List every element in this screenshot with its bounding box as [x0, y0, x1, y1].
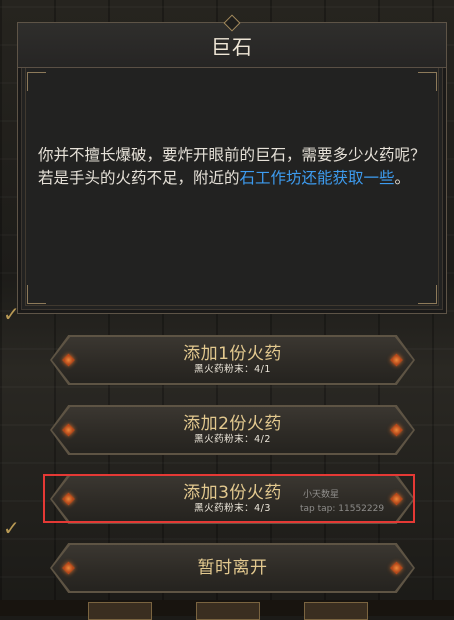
dialog-description: 你并不擅长爆破，要炸开眼前的巨石，需要多少火药呢？ 若是手头的火药不足，附近的石… [38, 144, 426, 190]
frame-corner [27, 72, 46, 91]
option-requirement: 黑火药粉末：4/2 [194, 434, 271, 445]
option-requirement: 黑火药粉末：4/3 [194, 503, 271, 514]
description-line1: 你并不擅长爆破，要炸开眼前的巨石，需要多少火药呢？ [38, 146, 426, 164]
add-3-powder-button[interactable]: 添加3份火药 黑火药粉末：4/3 [50, 474, 415, 524]
watermark-name: 小天数星 [303, 490, 340, 500]
dialog-title: 巨石 [211, 34, 253, 59]
workshop-link[interactable]: 石工作坊还能获取一些 [240, 169, 395, 187]
check-icon: ✓ [3, 516, 20, 540]
frame-corner [418, 285, 437, 304]
dialog-title-bar: 巨石 [18, 14, 446, 68]
description-line2: 若是手头的火药不足，附近的 [38, 169, 240, 187]
leave-button[interactable]: 暂时离开 [50, 543, 415, 593]
leave-label: 暂时离开 [197, 558, 268, 578]
event-dialog: 巨石 你并不擅长爆破，要炸开眼前的巨石，需要多少火药呢？ 若是手头的火药不足，附… [17, 14, 447, 314]
watermark-id: tap tap: 11552229 [300, 504, 385, 514]
item-slot[interactable] [304, 602, 368, 620]
frame-corner [418, 72, 437, 91]
option-requirement: 黑火药粉末：4/1 [194, 364, 271, 375]
option-label: 添加3份火药 [183, 483, 282, 503]
item-slot[interactable] [88, 602, 152, 620]
add-1-powder-button[interactable]: 添加1份火药 黑火药粉末：4/1 [50, 335, 415, 385]
option-label: 添加1份火药 [183, 344, 282, 364]
option-label: 添加2份火药 [183, 414, 282, 434]
item-slot[interactable] [196, 602, 260, 620]
description-end: 。 [394, 169, 411, 187]
frame-corner [27, 285, 46, 304]
add-2-powder-button[interactable]: 添加2份火药 黑火药粉末：4/2 [50, 405, 415, 455]
